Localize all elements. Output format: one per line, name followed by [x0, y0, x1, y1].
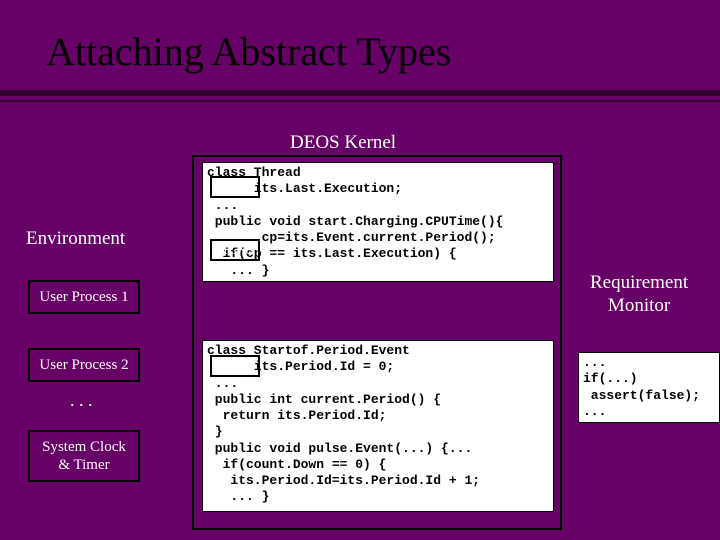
monitor-code: ... if(...) assert(false); ...: [578, 352, 720, 423]
kernel-label: DEOS Kernel: [290, 132, 396, 154]
slide-title: Attaching Abstract Types: [46, 28, 451, 75]
divider-thin: [0, 100, 720, 102]
user-process-1-box: User Process 1: [28, 280, 140, 314]
requirement-monitor-label: Requirement Monitor: [590, 272, 688, 318]
system-clock-box: System Clock & Timer: [28, 430, 140, 482]
signs-badge-1: SIGNS: [210, 176, 260, 198]
user-process-2-box: User Process 2: [28, 348, 140, 382]
environment-label: Environment: [26, 228, 125, 250]
signs-badge-2: SIGNS: [210, 239, 260, 261]
signs-badge-3: SIGNS: [210, 355, 260, 377]
divider-thick: [0, 90, 720, 96]
env-ellipsis: . . .: [70, 390, 93, 411]
